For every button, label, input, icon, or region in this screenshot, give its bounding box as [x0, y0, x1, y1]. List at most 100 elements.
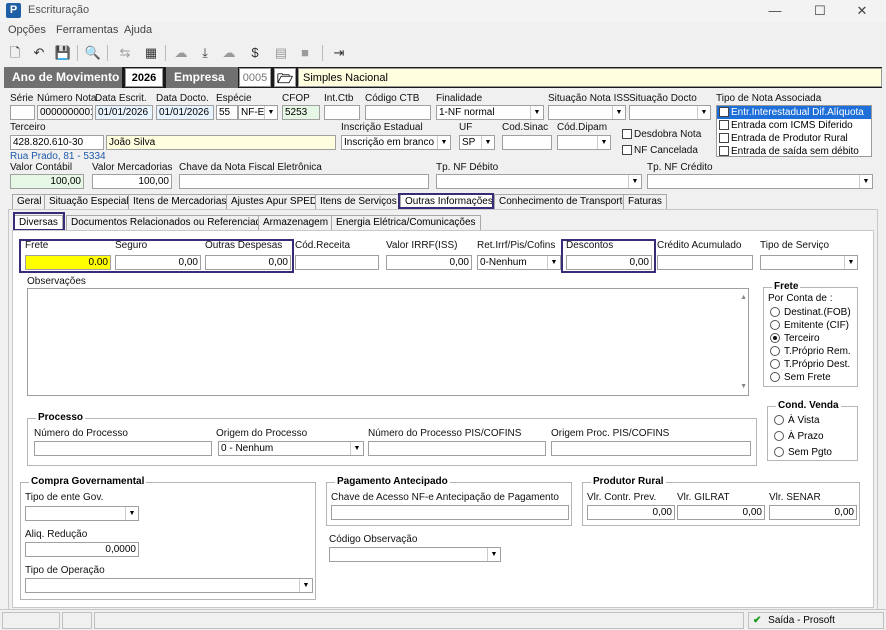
- uf-select[interactable]: SP ▼: [459, 135, 495, 150]
- valor-contabil-input[interactable]: 100,00: [10, 174, 84, 189]
- dipam-select[interactable]: ▼: [557, 135, 611, 150]
- menu-ajuda[interactable]: Ajuda: [124, 24, 152, 36]
- chevron-down-icon[interactable]: ▼: [299, 579, 312, 592]
- maximize-button[interactable]: ☐: [810, 3, 830, 19]
- flow-icon[interactable]: ⇆: [116, 44, 134, 62]
- origem-processo-select[interactable]: 0 - Nenhum ▼: [218, 441, 364, 456]
- checkbox[interactable]: [622, 129, 632, 140]
- tab-itens-mercadorias[interactable]: Itens de Mercadorias: [128, 194, 232, 209]
- tab-conhecimento-transporte[interactable]: Conhecimento de Transporte: [494, 194, 633, 209]
- sinac-input[interactable]: [502, 135, 552, 150]
- contr-input[interactable]: 0,00: [587, 505, 675, 520]
- codobs-select[interactable]: ▼: [329, 547, 501, 562]
- folder-open-icon[interactable]: 🗁: [274, 68, 296, 87]
- tp-credito-select[interactable]: ▼: [647, 174, 873, 189]
- box-icon[interactable]: ■: [296, 44, 314, 62]
- tab-diversas[interactable]: Diversas: [14, 215, 63, 230]
- frete-input[interactable]: 0.00: [25, 255, 111, 270]
- tp-debito-select[interactable]: ▼: [436, 174, 642, 189]
- ret-select[interactable]: 0-Nenhum ▼: [477, 255, 561, 270]
- num-processo-input[interactable]: [34, 441, 212, 456]
- upload-icon[interactable]: ☁: [220, 44, 238, 62]
- radio-circle[interactable]: [774, 447, 784, 458]
- seguro-input[interactable]: 0,00: [115, 255, 201, 270]
- tab-documentos-relacionados[interactable]: Documentos Relacionados ou Referenciados: [66, 215, 277, 230]
- radio-circle[interactable]: [770, 307, 780, 318]
- cancelada-checkbox[interactable]: NF Cancelada: [622, 145, 698, 156]
- tiposerv-select[interactable]: ▼: [760, 255, 858, 270]
- scroll-down-icon[interactable]: ▼: [740, 380, 747, 393]
- radio-circle[interactable]: [774, 415, 784, 426]
- tab-outras-informacoes[interactable]: Outras Informações: [400, 194, 498, 209]
- irrf-input[interactable]: 0,00: [386, 255, 472, 270]
- radio-a-prazo[interactable]: À Prazo: [774, 431, 824, 442]
- cfop-input[interactable]: 5253: [282, 105, 320, 120]
- chevron-down-icon[interactable]: ▼: [547, 256, 560, 269]
- codctb-input[interactable]: [365, 105, 431, 120]
- menu-ferramentas[interactable]: Ferramentas: [56, 24, 118, 36]
- num-processo-pis-input[interactable]: [368, 441, 546, 456]
- radio-circle[interactable]: [770, 359, 780, 370]
- aliq-input[interactable]: 0,0000: [25, 542, 139, 557]
- cloud-icon[interactable]: ☁: [172, 44, 190, 62]
- radio-t-proprio-rem[interactable]: T.Próprio Rem.: [770, 346, 851, 357]
- tab-faturas[interactable]: Faturas: [623, 194, 667, 209]
- credito-input[interactable]: [657, 255, 753, 270]
- radio-emitente[interactable]: Emitente (CIF): [770, 320, 849, 331]
- money-icon[interactable]: $: [246, 44, 264, 62]
- menu-opcoes[interactable]: Opções: [8, 24, 46, 36]
- chevron-down-icon[interactable]: ▼: [350, 442, 363, 455]
- chevron-down-icon[interactable]: ▼: [597, 136, 610, 149]
- tab-situacao-especial[interactable]: Situação Especial: [44, 194, 134, 209]
- radio-a-vista[interactable]: À Vista: [774, 415, 820, 426]
- data-escrit-input[interactable]: 01/01/2026: [95, 105, 153, 120]
- ie-select[interactable]: Inscrição em branco ▼: [341, 135, 451, 150]
- chevron-down-icon[interactable]: ▼: [481, 136, 494, 149]
- chevron-down-icon[interactable]: ▼: [487, 548, 500, 561]
- sit-iss-select[interactable]: ▼: [548, 105, 626, 120]
- empresa-code-field[interactable]: 0005: [239, 68, 271, 87]
- save-icon[interactable]: 💾: [54, 44, 72, 62]
- checkbox[interactable]: [719, 107, 729, 118]
- checkbox[interactable]: [719, 120, 729, 131]
- tab-ajustes-sped[interactable]: Ajustes Apur SPED: [226, 194, 323, 209]
- especie-code-input[interactable]: 55: [216, 105, 238, 120]
- checkbox[interactable]: [622, 145, 632, 156]
- list-item[interactable]: Entrada de saída sem débito: [719, 145, 859, 158]
- radio-circle[interactable]: [774, 431, 784, 442]
- serie-input[interactable]: [10, 105, 35, 120]
- senar-input[interactable]: 0,00: [769, 505, 857, 520]
- terceiro-code-input[interactable]: 428.820.610-30: [10, 135, 104, 150]
- chave-pag-input[interactable]: [331, 505, 569, 520]
- numero-input[interactable]: 0000000001: [37, 105, 93, 120]
- obs-textarea[interactable]: ▲ ▼: [27, 288, 749, 396]
- chevron-down-icon[interactable]: ▼: [859, 175, 872, 188]
- list-icon[interactable]: ▤: [272, 44, 290, 62]
- gilrat-input[interactable]: 0,00: [677, 505, 765, 520]
- ano-field[interactable]: 2026: [125, 68, 163, 87]
- minimize-button[interactable]: —: [765, 3, 785, 18]
- outras-input[interactable]: 0,00: [205, 255, 291, 270]
- data-docto-input[interactable]: 01/01/2026: [156, 105, 214, 120]
- preview-icon[interactable]: 🔍: [84, 44, 102, 62]
- radio-sem-frete[interactable]: Sem Frete: [770, 372, 831, 383]
- especie-select[interactable]: NF-E ▼: [238, 105, 278, 120]
- tab-energia-eletrica[interactable]: Energia Elétrica/Comunicações: [331, 215, 481, 230]
- chevron-down-icon[interactable]: ▼: [264, 106, 277, 119]
- tipo-op-select[interactable]: ▼: [25, 578, 313, 593]
- chevron-down-icon[interactable]: ▼: [530, 106, 543, 119]
- new-document-icon[interactable]: 🗋: [6, 44, 24, 62]
- chave-input[interactable]: [179, 174, 429, 189]
- tab-itens-servicos[interactable]: Itens de Serviços: [315, 194, 402, 209]
- undo-icon[interactable]: ↶: [30, 44, 48, 62]
- radio-t-proprio-dest[interactable]: T.Próprio Dest.: [770, 359, 850, 370]
- tipo-ente-select[interactable]: ▼: [25, 506, 139, 521]
- close-button[interactable]: ✕: [852, 3, 872, 19]
- radio-circle[interactable]: [770, 372, 780, 383]
- codrec-input[interactable]: [295, 255, 379, 270]
- calculator-icon[interactable]: ▦: [142, 44, 160, 62]
- chevron-down-icon[interactable]: ▼: [437, 136, 450, 149]
- tipo-assoc-list[interactable]: Entr.Interestadual Dif.Alíquota Entrada …: [716, 105, 872, 157]
- chevron-down-icon[interactable]: ▼: [844, 256, 857, 269]
- intctb-input[interactable]: [324, 105, 360, 120]
